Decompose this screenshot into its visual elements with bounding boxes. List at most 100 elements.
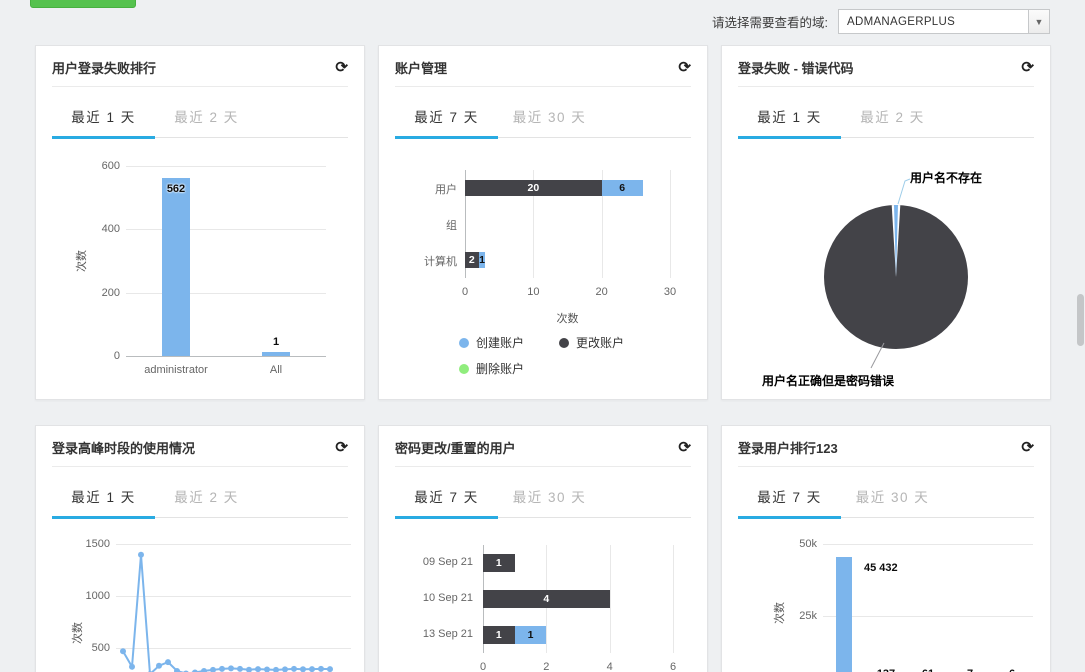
x-axis-title: 次数: [556, 313, 579, 325]
line-marker: [237, 665, 243, 672]
pie-connector-bottom: [870, 342, 885, 369]
tab-last-1-day[interactable]: 最近 1 天: [738, 97, 841, 139]
line-marker: [318, 665, 324, 672]
legend-item[interactable]: 删除账户: [459, 360, 559, 377]
y-tick-label: 600: [101, 160, 120, 172]
chart-account-management: 0 10 20 30 次数 用户 20 6 组计算机 2 1 创建账户 更改账户 删除账户: [395, 146, 691, 391]
legend-item[interactable]: 更改账户: [559, 334, 659, 351]
x-tick-label: 30: [663, 286, 677, 298]
tab-last-30-days[interactable]: 最近 30 天: [498, 97, 601, 137]
x-axis-line: [126, 356, 326, 357]
widget-card-password-changed-reset-users: 密码更改/重置的用户 ⟳ 最近 7 天 最近 30 天 0 2 4 6 09 Sep 2…: [378, 425, 708, 672]
refresh-icon[interactable]: ⟳: [1021, 440, 1034, 455]
widget-title: 登录高峰时段的使用情况: [52, 441, 196, 456]
line-marker: [300, 666, 306, 672]
widget-header: 账户管理 ⟳: [395, 46, 691, 87]
refresh-icon[interactable]: ⟳: [1021, 60, 1034, 75]
x-tick-label: 6: [669, 661, 677, 672]
domain-select-value: ADMANAGERPLUS: [847, 15, 956, 28]
widget-title: 密码更改/重置的用户: [395, 441, 516, 456]
refresh-icon[interactable]: ⟳: [335, 60, 348, 75]
tab-last-2-days[interactable]: 最近 2 天: [841, 97, 944, 137]
widget-header: 用户登录失败排行 ⟳: [52, 46, 348, 87]
widget-tabs: 最近 7 天 最近 30 天: [738, 477, 1034, 519]
line-marker: [210, 666, 216, 672]
bar-segment-value-label: 2: [468, 254, 475, 266]
x-category-label: All: [269, 364, 283, 376]
gridline: [126, 166, 326, 167]
legend-marker: [459, 363, 469, 374]
widget-header: 登录用户排行123 ⟳: [738, 426, 1034, 467]
line-marker: [228, 665, 234, 672]
y-category-label: 10 Sep 21: [422, 592, 473, 604]
gridline: [670, 170, 671, 278]
domain-select[interactable]: ADMANAGERPLUS ▼: [838, 9, 1050, 34]
chart-login-failure-error-codes: 用户名不存在 用户名正确但是密码错误: [738, 146, 1034, 391]
x-tick-label: 2: [543, 661, 550, 672]
refresh-icon[interactable]: ⟳: [335, 440, 348, 455]
bar-segment-value-label: 4: [543, 593, 550, 605]
legend-label: 更改账户: [576, 336, 625, 350]
dashboard-page: 请选择需要查看的域: ADMANAGERPLUS ▼ 用户登录失败排行 ⟳ 最近…: [0, 0, 1085, 672]
tab-last-7-days[interactable]: 最近 7 天: [738, 477, 841, 519]
line-marker: [309, 666, 315, 672]
line-series: [120, 551, 333, 672]
widget-title: 登录用户排行123: [738, 441, 838, 456]
widget-header: 密码更改/重置的用户 ⟳: [395, 426, 691, 467]
tab-last-1-day[interactable]: 最近 1 天: [52, 97, 155, 139]
y-category-label: 09 Sep 21: [422, 556, 473, 568]
line-marker: [129, 663, 135, 670]
widget-title: 登录失败 - 错误代码: [738, 61, 854, 76]
chart-legend: 创建账户 更改账户删除账户: [459, 334, 659, 377]
bar-segment-value-label: 20: [527, 182, 540, 194]
bar-segment-value-label: 1: [527, 629, 534, 641]
line-marker: [120, 648, 126, 655]
pie-label-minor: 用户名不存在: [910, 171, 983, 185]
gridline: [823, 615, 1033, 617]
chart-login-peak-usage: 次数 500 1000 1500: [52, 526, 351, 672]
line-marker: [201, 667, 207, 672]
domain-select-label: 请选择需要查看的域:: [712, 16, 828, 30]
legend-marker: [459, 337, 469, 348]
widget-tabs: 最近 1 天 最近 2 天: [52, 97, 348, 139]
refresh-icon[interactable]: ⟳: [678, 60, 691, 75]
tab-last-2-days[interactable]: 最近 2 天: [155, 97, 258, 137]
line-marker: [246, 666, 252, 672]
line-marker: [138, 551, 144, 558]
y-axis-title: 次数: [76, 250, 88, 272]
legend-marker: [559, 337, 569, 348]
y-category-label: 13 Sep 21: [422, 628, 473, 640]
x-tick-label: 20: [595, 286, 608, 298]
widget-card-user-login-failure-ranking: 用户登录失败排行 ⟳ 最近 1 天 最近 2 天 次数 0 200 400 600 562…: [35, 45, 365, 400]
chart-password-changed-reset-users: 0 2 4 6 09 Sep 21 1 10 Sep 21 4 13 Sep 21 1 1: [395, 526, 691, 672]
chevron-down-icon: ▼: [1028, 10, 1049, 33]
x-tick-label: 10: [527, 286, 540, 298]
line-marker: [273, 666, 279, 672]
widget-title: 用户登录失败排行: [52, 61, 157, 76]
legend-label: 删除账户: [476, 362, 525, 376]
legend-item[interactable]: 创建账户: [459, 334, 559, 351]
tab-last-7-days[interactable]: 最近 7 天: [395, 97, 498, 139]
widget-title: 账户管理: [395, 61, 448, 76]
tab-last-30-days[interactable]: 最近 30 天: [841, 477, 944, 517]
bar: [836, 556, 852, 672]
gridline: [609, 545, 611, 653]
bar-value-label: 562: [166, 183, 186, 196]
tab-last-7-days[interactable]: 最近 7 天: [395, 477, 498, 519]
vertical-scrollbar-thumb[interactable]: [1077, 294, 1084, 346]
y-tick-label: 25k: [799, 609, 817, 622]
widget-card-account-management: 账户管理 ⟳ 最近 7 天 最近 30 天 0 10 20 30 次数 用户 20 6 组计算机…: [378, 45, 708, 400]
tab-last-1-day[interactable]: 最近 1 天: [52, 477, 155, 519]
refresh-icon[interactable]: ⟳: [678, 440, 691, 455]
tab-last-30-days[interactable]: 最近 30 天: [498, 477, 601, 517]
top-green-button[interactable]: [30, 0, 136, 8]
tab-last-2-days[interactable]: 最近 2 天: [155, 477, 258, 517]
bar-value-label: 6: [972, 668, 1050, 672]
line-marker: [327, 666, 333, 672]
widget-card-login-failure-error-codes: 登录失败 - 错误代码 ⟳ 最近 1 天 最近 2 天 用户名不存在 用户名正确但…: [721, 45, 1051, 400]
widget-header: 登录失败 - 错误代码 ⟳: [738, 46, 1034, 87]
x-category-label: administrator: [144, 364, 208, 376]
widget-header: 登录高峰时段的使用情况 ⟳: [52, 426, 348, 467]
widget-card-login-user-ranking: 登录用户排行123 ⟳ 最近 7 天 最近 30 天 次数 25k 50k 45 43…: [721, 425, 1051, 672]
gridline: [673, 545, 674, 653]
